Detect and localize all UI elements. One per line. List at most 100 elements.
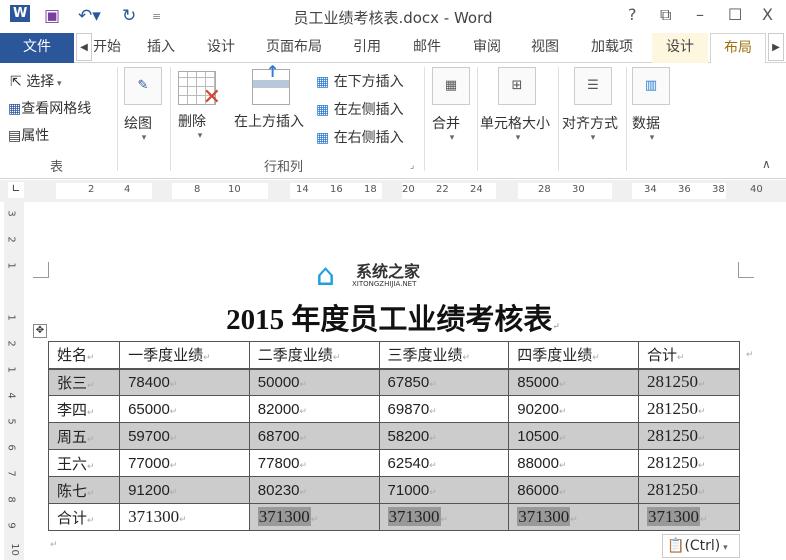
table-cell[interactable]: 周五↵ xyxy=(47,422,121,450)
table-cell[interactable]: 91200↵ xyxy=(119,476,250,504)
header-cell[interactable]: 一季度业绩↵ xyxy=(119,341,250,370)
table-cell[interactable]: 371300↵ xyxy=(119,503,250,531)
insert-above-button[interactable]: ↑ 在上方插入 xyxy=(234,62,314,139)
ribbon-display-icon[interactable]: ⧉ xyxy=(660,5,671,25)
table-cell[interactable]: 86000↵ xyxy=(508,476,639,504)
margin-corner xyxy=(738,262,754,278)
cell-size-button[interactable]: ⊞ 单元格大小 ▾ xyxy=(480,67,556,143)
table-cell[interactable]: 合计↵ xyxy=(47,503,121,531)
table-row: 陈七↵ 91200↵ 80230↵ 71000↵ 86000↵ 281250↵ xyxy=(47,476,741,504)
header-cell[interactable]: 二季度业绩↵ xyxy=(248,341,380,370)
ruler-tick: 7 xyxy=(5,470,17,477)
tab-references[interactable]: 引用 xyxy=(344,33,390,63)
tab-addins[interactable]: 加载项 xyxy=(582,33,642,63)
tab-table-design[interactable]: 设计 xyxy=(652,33,708,63)
table-cell[interactable]: 90200↵ xyxy=(508,395,639,423)
tab-review[interactable]: 审阅 xyxy=(464,33,510,63)
tab-file[interactable]: 文件 xyxy=(0,33,74,63)
table-cell[interactable]: 张三↵ xyxy=(47,368,121,396)
table-cell[interactable]: 281250↵ xyxy=(637,368,741,396)
ruler-tick: 4 xyxy=(5,392,17,399)
table-cell[interactable]: 281250↵ xyxy=(637,476,741,504)
dialog-launcher-icon[interactable]: ⌟ xyxy=(410,161,414,171)
minimize-icon[interactable]: – xyxy=(696,5,704,24)
table-move-handle-icon[interactable]: ✥ xyxy=(33,324,47,338)
maximize-icon[interactable]: ☐ xyxy=(728,5,742,24)
ruler-tick: 1 xyxy=(5,366,17,373)
header-cell[interactable]: 合计↵ xyxy=(637,341,741,370)
ruler-tick: 5 xyxy=(5,418,17,425)
scroll-left-icon[interactable]: ◀ xyxy=(76,33,92,61)
insert-right-label: 在右侧插入 xyxy=(333,130,404,146)
table-cell[interactable]: 77000↵ xyxy=(119,449,250,477)
tab-mailings[interactable]: 邮件 xyxy=(404,33,450,63)
scroll-right-icon[interactable]: ▶ xyxy=(768,33,784,61)
tab-view[interactable]: 视图 xyxy=(522,33,568,63)
table-cell[interactable]: 82000↵ xyxy=(248,395,380,423)
tab-design[interactable]: 设计 xyxy=(198,33,244,63)
cell-size-icon: ⊞ xyxy=(498,67,536,105)
selected-cell[interactable]: 371300↵ xyxy=(637,503,741,531)
table-cell[interactable]: 王六↵ xyxy=(47,449,121,477)
data-icon: ▥ xyxy=(632,67,670,105)
collapse-ribbon-icon[interactable]: ∧ xyxy=(762,157,771,171)
tab-selector-icon[interactable]: ∟ xyxy=(8,182,24,198)
alignment-button[interactable]: ☰ 对齐方式 ▾ xyxy=(562,67,624,143)
table-cell[interactable]: 58200↵ xyxy=(378,422,510,450)
tab-table-layout[interactable]: 布局 xyxy=(710,33,766,63)
paste-options-label: (Ctrl) xyxy=(684,538,721,554)
table-cell[interactable]: 62540↵ xyxy=(378,449,510,477)
merge-button[interactable]: ▦ 合并 ▾ xyxy=(432,67,472,143)
table-cell[interactable]: 281250↵ xyxy=(637,422,741,450)
draw-label: 绘图 xyxy=(124,116,152,132)
table-cell[interactable]: 71000↵ xyxy=(378,476,510,504)
horizontal-ruler[interactable]: ∟ 2 4 8 10 14 16 18 20 22 24 28 30 34 36… xyxy=(0,180,786,202)
tab-insert[interactable]: 插入 xyxy=(138,33,184,63)
table-cell[interactable]: 88000↵ xyxy=(508,449,639,477)
table-cell[interactable]: 50000↵ xyxy=(248,368,380,396)
selected-cell[interactable]: 371300↵ xyxy=(378,503,510,531)
ruler-tick: 2 xyxy=(5,340,17,347)
table-cell[interactable]: 78400↵ xyxy=(119,368,250,396)
delete-button[interactable]: ✕ 删除 ▾ xyxy=(178,71,222,151)
header-cell[interactable]: 姓名↵ xyxy=(47,341,121,370)
table-cell[interactable]: 59700↵ xyxy=(119,422,250,450)
header-cell[interactable]: 四季度业绩↵ xyxy=(508,341,639,370)
table-cell[interactable]: 65000↵ xyxy=(119,395,250,423)
insert-below-button[interactable]: ▦ 在下方插入 xyxy=(316,71,404,91)
select-button[interactable]: ⇱ 选择 ▾ xyxy=(10,71,62,91)
table-cell[interactable]: 85000↵ xyxy=(508,368,639,396)
insert-right-icon: ▦ xyxy=(316,130,330,146)
selected-cell[interactable]: 371300↵ xyxy=(248,503,380,531)
view-gridlines-button[interactable]: ▦查看网格线 xyxy=(8,98,91,118)
table-cell[interactable]: 77800↵ xyxy=(248,449,380,477)
selected-cell[interactable]: 371300↵ xyxy=(508,503,639,531)
insert-left-label: 在左侧插入 xyxy=(333,102,404,118)
tab-page-layout[interactable]: 页面布局 xyxy=(258,33,330,63)
table-cell[interactable]: 80230↵ xyxy=(248,476,380,504)
table-cell[interactable]: 281250↵ xyxy=(637,449,741,477)
draw-button[interactable]: ✎ 绘图 ▾ xyxy=(124,67,164,147)
help-icon[interactable]: ? xyxy=(628,5,637,24)
ruler-tick: 34 xyxy=(644,184,657,195)
vertical-ruler[interactable]: 3 2 1 1 2 1 4 5 6 7 8 9 10 xyxy=(4,202,24,560)
table-cell[interactable]: 李四↵ xyxy=(47,395,121,423)
table-cell[interactable]: 68700↵ xyxy=(248,422,380,450)
ruler-tick: 1 xyxy=(5,262,17,269)
insert-right-button[interactable]: ▦ 在右侧插入 xyxy=(316,127,404,147)
close-icon[interactable]: X xyxy=(762,5,773,24)
data-button[interactable]: ▥ 数据 ▾ xyxy=(632,67,672,143)
insert-left-button[interactable]: ▦ 在左侧插入 xyxy=(316,99,404,119)
header-cell[interactable]: 三季度业绩↵ xyxy=(378,341,510,370)
table-cell[interactable]: 69870↵ xyxy=(378,395,510,423)
table-cell[interactable]: 67850↵ xyxy=(378,368,510,396)
table-cell[interactable]: 281250↵ xyxy=(637,395,741,423)
ruler-tick: 40 xyxy=(750,184,763,195)
properties-button[interactable]: ▤属性 xyxy=(8,125,49,145)
paste-options-button[interactable]: 📋(Ctrl) ▾ xyxy=(662,534,740,558)
cell-size-label: 单元格大小 xyxy=(480,116,550,132)
tab-home[interactable]: 开始 xyxy=(92,33,122,63)
grid-icon: ▦ xyxy=(8,101,22,117)
table-cell[interactable]: 陈七↵ xyxy=(47,476,121,504)
table-cell[interactable]: 10500↵ xyxy=(508,422,639,450)
